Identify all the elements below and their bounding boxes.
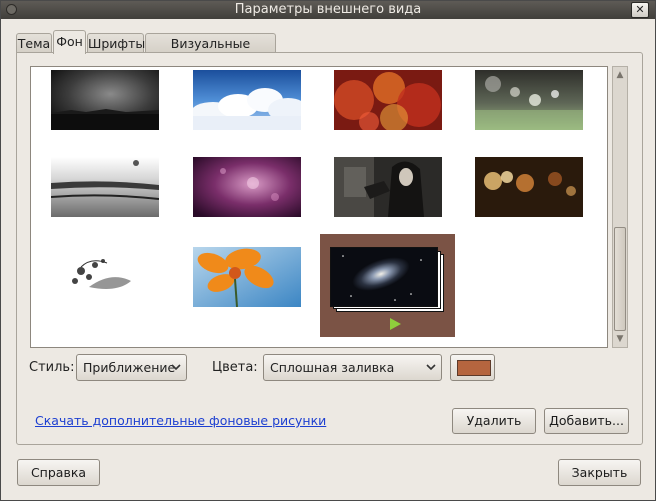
- close-icon: ✕: [635, 3, 645, 16]
- colors-value: Сплошная заливка: [270, 360, 395, 375]
- wallpaper-image: [193, 157, 301, 217]
- style-dropdown[interactable]: Приближение: [76, 354, 187, 381]
- tab-background[interactable]: Фон: [53, 30, 86, 54]
- style-label: Стиль:: [29, 360, 75, 375]
- wallpaper-image: [51, 247, 159, 307]
- wallpaper-thumb-spiral-galaxy-slideshow[interactable]: [320, 234, 455, 337]
- slideshow-front-image: [330, 247, 438, 307]
- colors-dropdown[interactable]: Сплошная заливка: [263, 354, 442, 381]
- wallpaper-thumb-blue-sky-clouds[interactable]: [193, 70, 301, 130]
- color-picker-button[interactable]: [450, 354, 495, 381]
- wallpaper-thumb-red-bokeh[interactable]: [334, 70, 442, 130]
- title-bar[interactable]: Параметры внешнего вида ✕: [1, 1, 655, 19]
- tab-theme[interactable]: Тема: [16, 33, 52, 53]
- wallpaper-image: [193, 247, 301, 307]
- scroll-down-icon[interactable]: ▼: [613, 332, 627, 346]
- window-title: Параметры внешнего вида: [234, 2, 422, 17]
- scrollbar-thumb[interactable]: [614, 227, 626, 331]
- color-swatch: [457, 360, 491, 376]
- window-close-button[interactable]: ✕: [631, 2, 649, 18]
- add-button-label: Добавить...: [549, 413, 624, 428]
- play-icon: [390, 318, 401, 330]
- wallpaper-image: [334, 157, 442, 217]
- help-button-label: Справка: [30, 465, 87, 480]
- wallpaper-thumb-water-glass[interactable]: [51, 157, 159, 217]
- close-button-label: Закрыть: [571, 465, 628, 480]
- wallpaper-thumb-orange-flower[interactable]: [193, 247, 301, 307]
- close-button[interactable]: Закрыть: [558, 459, 641, 486]
- tab-theme-label: Тема: [17, 36, 51, 51]
- remove-button-label: Удалить: [466, 413, 522, 428]
- wallpaper-thumb-dark-horizon[interactable]: [51, 70, 159, 130]
- tab-fonts-label: Шрифты: [88, 36, 146, 51]
- wallpaper-image: [51, 157, 159, 217]
- chevron-down-icon: [171, 355, 181, 389]
- chevron-down-icon: [426, 355, 436, 389]
- wallpaper-thumb-purple-bokeh[interactable]: [193, 157, 301, 217]
- wallpaper-thumb-flowers-sketch[interactable]: [51, 247, 159, 307]
- download-more-wallpapers-link[interactable]: Скачать дополнительные фоновые рисунки: [35, 413, 326, 428]
- appearance-preferences-window: Параметры внешнего вида ✕ Тема Фон Шрифт…: [0, 0, 656, 501]
- wallpaper-image: [193, 70, 301, 130]
- help-button[interactable]: Справка: [17, 459, 100, 486]
- tab-background-label: Фон: [56, 34, 83, 49]
- colors-label: Цвета:: [212, 360, 258, 375]
- remove-button[interactable]: Удалить: [452, 408, 536, 434]
- wallpaper-thumb-warm-bokeh-lights[interactable]: [475, 157, 583, 217]
- wallpaper-image: [331, 248, 437, 306]
- wallpaper-thumb-girl-dark-photo[interactable]: [334, 157, 442, 217]
- style-value: Приближение: [83, 360, 176, 375]
- wallpaper-image: [475, 70, 583, 130]
- wallpaper-image: [51, 70, 159, 130]
- wallpaper-image: [334, 70, 442, 130]
- add-button[interactable]: Добавить...: [544, 408, 629, 434]
- tab-fonts[interactable]: Шрифты: [87, 33, 146, 53]
- wallpaper-image: [475, 157, 583, 217]
- scroll-up-icon[interactable]: ▲: [613, 68, 627, 82]
- wallpaper-scrollbar[interactable]: ▲ ▼: [612, 66, 628, 348]
- wallpaper-grid[interactable]: [30, 66, 608, 348]
- tab-visual-effects[interactable]: Визуальные эффекты: [145, 33, 276, 71]
- wallpaper-thumb-green-blurred-lights[interactable]: [475, 70, 583, 130]
